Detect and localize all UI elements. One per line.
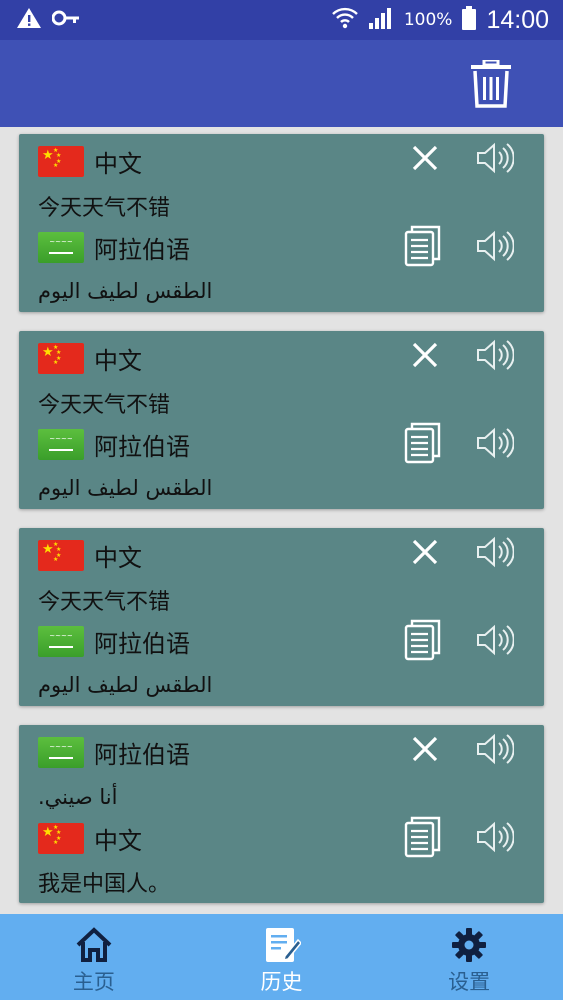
copy-icon (404, 619, 442, 665)
target-text: 我是中国人。 (38, 872, 171, 897)
nav-settings-label: 设置 (448, 970, 491, 994)
battery-icon (462, 6, 477, 34)
saudi-flag-icon: ~~~~ (38, 625, 84, 657)
target-language: ★ ★ ★ ★ ★ 中文 (38, 822, 142, 855)
target-language-label: 中文 (94, 826, 142, 855)
source-language: ~~~~ 阿拉伯语 (38, 736, 190, 769)
nav-home[interactable]: 主页 (0, 914, 188, 1000)
china-flag-icon: ★ ★ ★ ★ ★ (38, 342, 84, 374)
source-text-row: 今天天气不错 (38, 387, 170, 419)
trash-icon (471, 58, 511, 108)
copy-translation-button[interactable] (403, 816, 443, 862)
copy-translation-button[interactable] (403, 225, 443, 271)
target-text: الطقس لطيف اليوم (38, 673, 213, 697)
history-card: ~~~~ 阿拉伯语 أنا صيني. ★ ★ ★ ★ ★ 中文我是中国人。 (19, 725, 544, 903)
speak-source-button[interactable] (475, 536, 515, 572)
saudi-flag-icon: ~~~~ (38, 428, 84, 460)
source-text: 今天天气不错 (38, 196, 171, 221)
status-bar: 100% 14:00 (0, 0, 563, 40)
delete-entry-button[interactable] (407, 339, 443, 375)
source-text: 今天天气不错 (38, 393, 171, 418)
speak-source-button[interactable] (475, 733, 515, 769)
china-flag-icon: ★ ★ ★ ★ ★ (38, 145, 84, 177)
nav-home-label: 主页 (72, 970, 115, 994)
target-text: الطقس لطيف اليوم (38, 279, 213, 303)
history-card: ★ ★ ★ ★ ★ 中文今天天气不错 ~~~~ 阿拉伯语 الطقس لطيف اليوم (19, 331, 544, 509)
delete-entry-button[interactable] (407, 536, 443, 572)
speaker-icon (476, 536, 515, 572)
speaker-icon (476, 142, 515, 178)
source-text-row: 今天天气不错 (38, 190, 170, 222)
history-icon (263, 926, 301, 964)
clear-history-button[interactable] (469, 58, 513, 108)
close-icon (412, 145, 438, 175)
source-language: ★ ★ ★ ★ ★ 中文 (38, 539, 142, 572)
target-language: ~~~~ 阿拉伯语 (38, 428, 190, 461)
target-text-row: 我是中国人。 (38, 866, 170, 898)
home-icon (74, 926, 114, 964)
source-text-row: أنا صيني. (38, 781, 117, 813)
copy-icon (404, 422, 442, 468)
target-language: ~~~~ 阿拉伯语 (38, 625, 190, 658)
close-icon (412, 736, 438, 766)
speaker-icon (476, 733, 515, 769)
speak-target-button[interactable] (475, 427, 515, 463)
target-text-row: الطقس لطيف اليوم (38, 472, 212, 504)
app-bar (0, 40, 563, 127)
nav-settings[interactable]: 设置 (375, 914, 563, 1000)
source-language-label: 中文 (94, 543, 142, 572)
speak-target-button[interactable] (475, 230, 515, 266)
speaker-icon (476, 624, 515, 660)
source-language-label: 中文 (94, 346, 142, 375)
source-language: ★ ★ ★ ★ ★ 中文 (38, 342, 142, 375)
target-text-row: الطقس لطيف اليوم (38, 275, 212, 307)
source-text: أنا صيني. (38, 785, 118, 809)
nav-history-label: 历史 (260, 970, 303, 994)
saudi-flag-icon: ~~~~ (38, 231, 84, 263)
close-icon (412, 539, 438, 569)
source-language: ★ ★ ★ ★ ★ 中文 (38, 145, 142, 178)
copy-translation-button[interactable] (403, 422, 443, 468)
signal-icon (368, 6, 394, 34)
history-list: ★ ★ ★ ★ ★ 中文 今天天气不错 ~~~~ 阿拉伯语 الطقس لطيف اليوم ★ ★ ★… (19, 134, 544, 922)
target-language-label: 阿拉伯语 (94, 629, 190, 658)
copy-icon (404, 225, 442, 271)
bottom-nav: 主页 历史 设置 (0, 914, 563, 1000)
source-text-row: 今天天气不错 (38, 584, 170, 616)
warning-icon (16, 7, 42, 33)
target-language-label: 阿拉伯语 (94, 432, 190, 461)
close-icon (412, 342, 438, 372)
source-language-label: 中文 (94, 149, 142, 178)
history-card: ★ ★ ★ ★ ★ 中文今天天气不错 ~~~~ 阿拉伯语 الطقس لطيف اليوم (19, 528, 544, 706)
speak-target-button[interactable] (475, 624, 515, 660)
speaker-icon (476, 821, 515, 857)
speaker-icon (476, 427, 515, 463)
saudi-flag-icon: ~~~~ (38, 736, 84, 768)
gear-icon (451, 926, 487, 964)
source-text: 今天天气不错 (38, 590, 171, 615)
battery-percent: 100% (403, 10, 453, 30)
wifi-icon (331, 5, 358, 35)
speaker-icon (476, 339, 515, 375)
target-language-label: 阿拉伯语 (94, 235, 190, 264)
source-language-label: 阿拉伯语 (94, 740, 190, 769)
delete-entry-button[interactable] (407, 142, 443, 178)
target-text: الطقس لطيف اليوم (38, 476, 213, 500)
copy-icon (404, 816, 442, 862)
speaker-icon (476, 230, 515, 266)
clock: 14:00 (486, 5, 549, 34)
delete-entry-button[interactable] (407, 733, 443, 769)
target-text-row: الطقس لطيف اليوم (38, 669, 212, 701)
china-flag-icon: ★ ★ ★ ★ ★ (38, 539, 84, 571)
speak-source-button[interactable] (475, 339, 515, 375)
copy-translation-button[interactable] (403, 619, 443, 665)
history-card: ★ ★ ★ ★ ★ 中文今天天气不错 ~~~~ 阿拉伯语 الطقس لطيف اليوم (19, 134, 544, 312)
target-language: ~~~~ 阿拉伯语 (38, 231, 190, 264)
nav-history[interactable]: 历史 (188, 914, 376, 1000)
speak-source-button[interactable] (475, 142, 515, 178)
key-icon (51, 10, 80, 30)
speak-target-button[interactable] (475, 821, 515, 857)
china-flag-icon: ★ ★ ★ ★ ★ (38, 822, 84, 854)
